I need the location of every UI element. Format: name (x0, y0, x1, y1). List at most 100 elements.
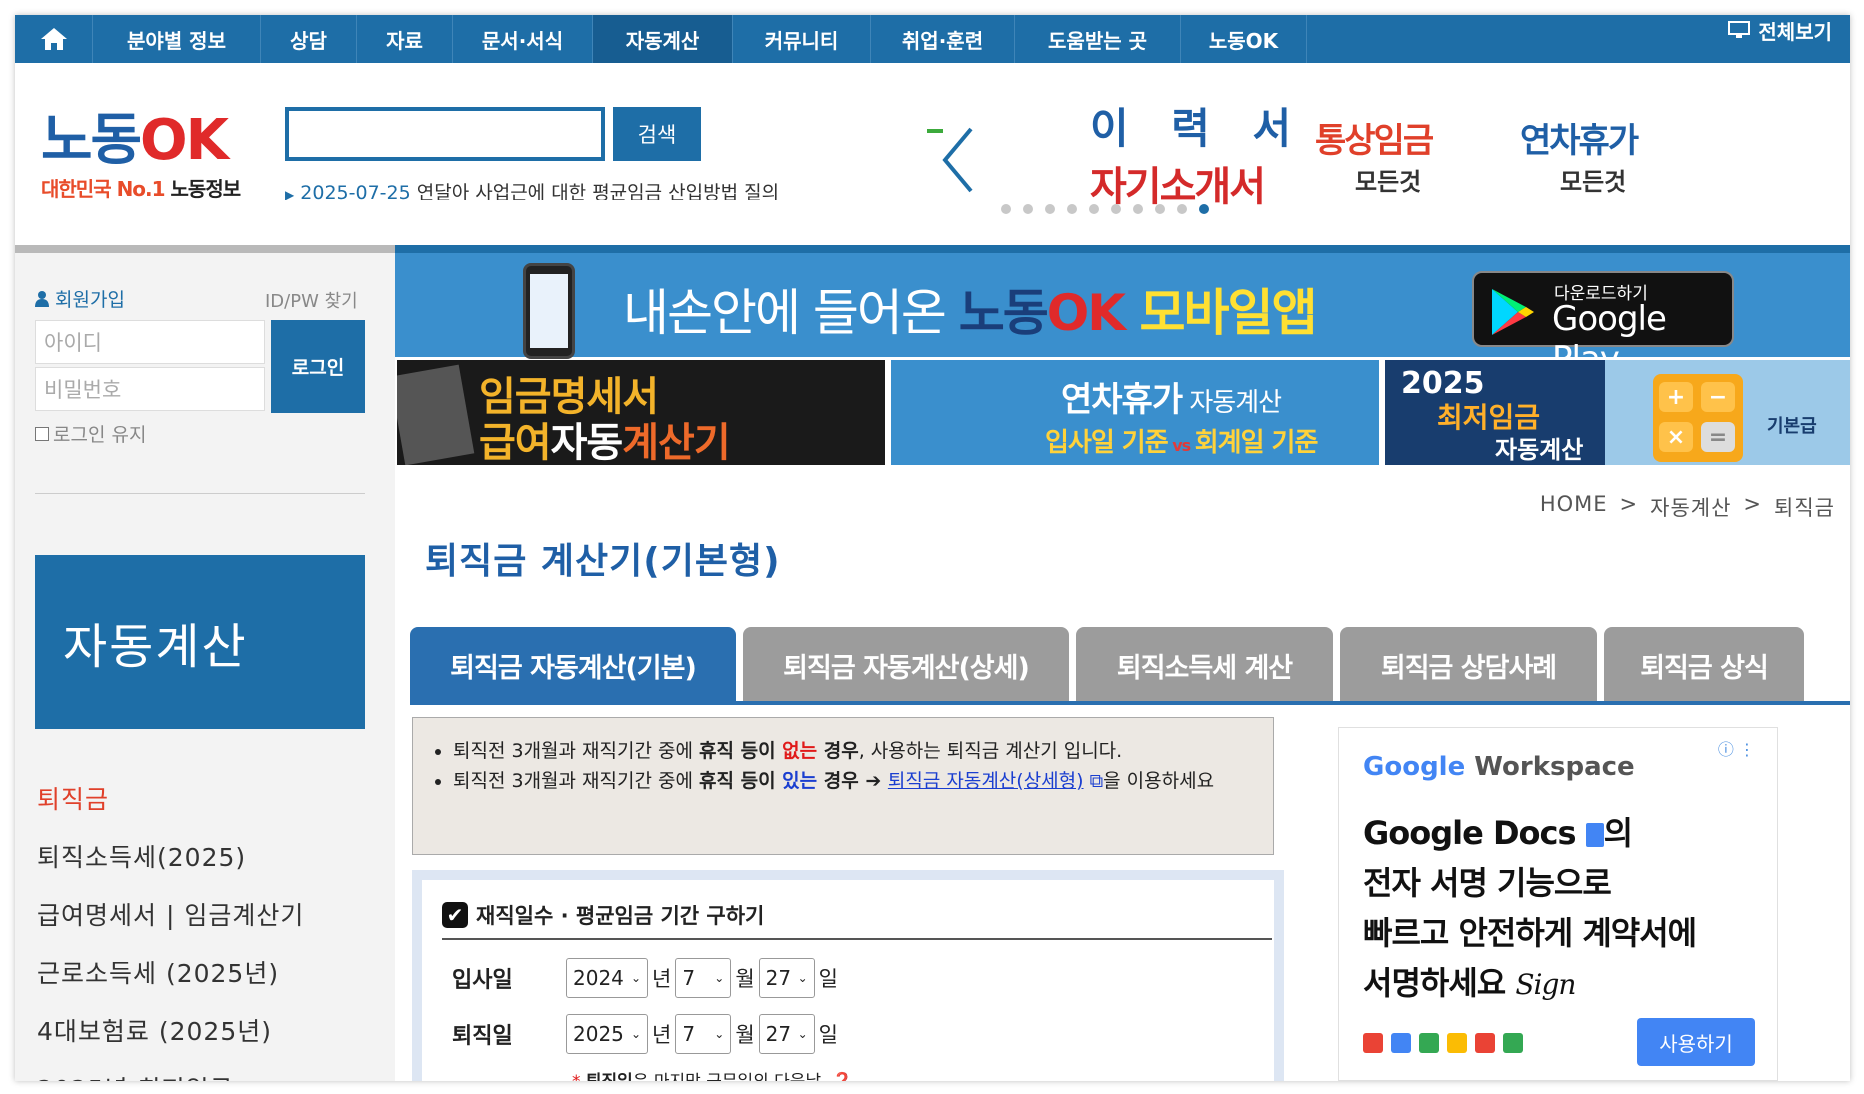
all-view-label: 전체보기 (1758, 19, 1832, 44)
unit-month: 월 (735, 967, 755, 991)
sidebar-item-min-wage[interactable]: 2025년 최저임금 (37, 1070, 234, 1081)
retire-date-note: * 퇴직일은 마지막 근무일의 다음날. ❓ (572, 1067, 853, 1081)
keep-login-label: 로그인 유지 (53, 424, 147, 446)
tile-min-wage[interactable]: 2025 최저임금 자동계산 기본급 + − × = (1385, 360, 1850, 465)
google-play-button[interactable]: 다운로드하기 Google Play (1472, 271, 1734, 379)
nav-item-help[interactable]: 도움받는 곳 (1015, 15, 1181, 63)
ad-brand: Google Workspace (1363, 752, 1635, 782)
hire-date-label: 입사일 (452, 968, 513, 993)
carousel-dot[interactable] (1111, 204, 1121, 214)
all-view-button[interactable]: 전체보기 (1728, 15, 1832, 45)
breadcrumb-sep: > (1743, 492, 1763, 516)
hire-month-select[interactable]: 7 ⌄ (675, 958, 732, 998)
keep-login-checkbox[interactable]: 로그인 유지 (35, 420, 146, 447)
chevron-down-icon: ⌄ (714, 1027, 725, 1041)
tile-annual-leave[interactable]: 연차휴가 자동계산 입사일 기준 vs 회계일 기준 (891, 360, 1379, 465)
promo-tiles: 임금명세서 급여자동계산기 연차휴가 자동계산 입사일 기준 vs 회계일 기준… (395, 360, 1850, 465)
banner-wage-sub: 모든것 (1355, 168, 1422, 196)
search-button[interactable]: 검색 (613, 107, 701, 161)
signature-mark: Sign (1515, 968, 1576, 1001)
tab-cases[interactable]: 퇴직금 상담사례 (1340, 627, 1597, 703)
carousel-dot[interactable] (1089, 204, 1099, 214)
carousel-dot[interactable] (1177, 204, 1187, 214)
id-input[interactable]: 아이디 (35, 320, 265, 364)
ticker-text: 연달아 사업근에 대한 평균임금 산입방법 질의 (416, 182, 780, 200)
sidebar-item-retirement-tax[interactable]: 퇴직소득세(2025) (37, 838, 246, 874)
breadcrumb-sep: > (1619, 492, 1639, 516)
nav-item-nodongok[interactable]: 노동OK (1181, 15, 1307, 63)
logo-tag: 노동정보 (170, 177, 242, 201)
page-title: 퇴직금 계산기(기본형) (425, 541, 781, 582)
nav-item-docs[interactable]: 문서·서식 (453, 15, 593, 63)
carousel-dot[interactable] (1199, 204, 1209, 214)
site-logo[interactable]: 노동OK 대한민국 No.1 노동정보 (41, 113, 242, 202)
sidebar-item-severance[interactable]: 퇴직금 (37, 780, 109, 816)
nav-item-community[interactable]: 커뮤니티 (733, 15, 871, 63)
tab-knowledge[interactable]: 퇴직금 상식 (1604, 627, 1804, 703)
breadcrumb-home[interactable]: HOME (1540, 492, 1608, 522)
nav-item-info[interactable]: 분야별 정보 (93, 15, 261, 63)
hire-year-select[interactable]: 2024 ⌄ (566, 958, 648, 998)
ticker-date: 2025-07-25 (300, 182, 411, 200)
app-banner-text: 내손안에 들어온 노동OK 모바일앱 (623, 284, 1317, 342)
login-button[interactable]: 로그인 (271, 320, 365, 413)
retire-year-select[interactable]: 2025 ⌄ (566, 1014, 648, 1054)
retire-day-select[interactable]: 27 ⌄ (758, 1014, 815, 1054)
top-nav: 분야별 정보 상담 자료 문서·서식 자동계산 커뮤니티 취업·훈련 도움받는 … (15, 15, 1850, 63)
carousel-dot[interactable] (1067, 204, 1077, 214)
carousel-dot[interactable] (1155, 204, 1165, 214)
tile-min-wage-sub: 자동계산 (1495, 436, 1584, 464)
google-workspace-ad[interactable]: ⓘ ⋮ Google Workspace Google Docs 의 전자 서명… (1338, 727, 1778, 1081)
nav-item-counsel[interactable]: 상담 (261, 15, 357, 63)
search-input[interactable] (285, 107, 605, 161)
ad-cta-button[interactable]: 사용하기 (1637, 1018, 1755, 1066)
banner-ordinary-wage[interactable]: 통상임금 모든것 (1315, 113, 1515, 213)
sidebar-top-bar (15, 245, 395, 253)
retire-month-select[interactable]: 7 ⌄ (675, 1014, 732, 1054)
unit-day: 일 (818, 1023, 838, 1047)
carousel-dot[interactable] (1001, 204, 1011, 214)
join-label: 회원가입 (55, 289, 125, 311)
tile-payslip-line2: 급여자동계산기 (479, 420, 731, 465)
news-ticker[interactable]: ▶ 2025-07-25 연달아 사업근에 대한 평균임금 산입방법 질의 (285, 178, 885, 200)
retire-date-label: 퇴직일 (452, 1024, 513, 1049)
mobile-app-banner[interactable]: 내손안에 들어온 노동OK 모바일앱 다운로드하기 Google Play (395, 253, 1850, 379)
sidebar-divider (35, 493, 365, 494)
home-icon[interactable] (15, 15, 93, 63)
nav-item-autocalc[interactable]: 자동계산 (593, 15, 733, 63)
nav-item-jobs[interactable]: 취업·훈련 (871, 15, 1015, 63)
logo-main-a: 노동 (41, 108, 142, 173)
unit-month: 월 (735, 1023, 755, 1047)
banner-resume[interactable]: 이 력 서 자기소개서 (1090, 95, 1315, 210)
sidebar-item-insurance[interactable]: 4대보험료 (2025년) (37, 1012, 272, 1048)
find-id-pw-link[interactable]: ID/PW 찾기 (265, 287, 358, 313)
hire-day-select[interactable]: 27 ⌄ (758, 958, 815, 998)
carousel-dot[interactable] (1023, 204, 1033, 214)
join-link[interactable]: 회원가입 (35, 285, 125, 312)
chevron-down-icon: ⌄ (714, 971, 725, 985)
sidebar-item-payslip[interactable]: 급여명세서 | 임금계산기 (37, 896, 304, 932)
help-icon[interactable]: ❓ (832, 1072, 853, 1081)
sidebar-item-income-tax[interactable]: 근로소득세 (2025년) (37, 954, 279, 990)
tile-payslip[interactable]: 임금명세서 급여자동계산기 (397, 360, 885, 465)
banner-annual-leave[interactable]: 연차휴가 모든것 (1520, 113, 1720, 213)
carousel-prev-icon[interactable] (937, 125, 977, 195)
breadcrumb-autocalc[interactable]: 자동계산 (1650, 492, 1731, 522)
tab-detailed[interactable]: 퇴직금 자동계산(상세) (743, 627, 1069, 703)
checkbox-icon (35, 426, 49, 441)
tab-basic[interactable]: 퇴직금 자동계산(기본) (410, 627, 736, 703)
password-input[interactable]: 비밀번호 (35, 367, 265, 411)
detailed-calc-link[interactable]: 퇴직금 자동계산(상세형) (888, 770, 1084, 792)
tab-retirement-tax[interactable]: 퇴직소득세 계산 (1076, 627, 1333, 703)
carousel-dots (1001, 204, 1209, 214)
carousel-dot[interactable] (1045, 204, 1055, 214)
ad-info-icon[interactable]: ⓘ ⋮ (1718, 736, 1755, 760)
notice-box: 퇴직전 3개월과 재직기간 중에 휴직 등이 없는 경우, 사용하는 퇴직금 계… (412, 717, 1274, 855)
carousel-dot[interactable] (1133, 204, 1143, 214)
ad-headline: Google Docs 의 전자 서명 기능으로 빠르고 안전하게 계약서에 서… (1363, 814, 1697, 1002)
unit-year: 년 (652, 967, 672, 991)
sidebar-menu-title: 자동계산 (35, 555, 365, 729)
calc-heading-label: 재직일수 · 평균임금 기간 구하기 (476, 904, 765, 928)
chevron-down-icon: ⌄ (797, 1027, 808, 1041)
nav-item-data[interactable]: 자료 (357, 15, 453, 63)
